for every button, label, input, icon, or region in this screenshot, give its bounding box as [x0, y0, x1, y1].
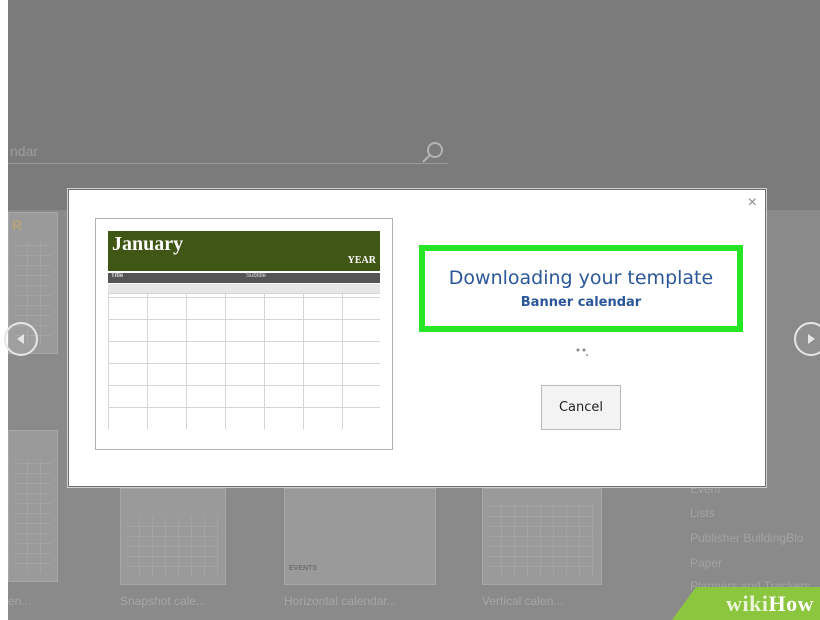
calendar-month: January	[112, 233, 184, 255]
template-thumbnail[interactable]: EVENTS	[284, 488, 436, 585]
next-arrow-button[interactable]	[794, 322, 820, 356]
category-item[interactable]: Lists	[690, 506, 715, 520]
download-dialog: × January YEAR Title Subtitle Downloadin…	[68, 189, 766, 487]
calendar-title-label: Title	[111, 273, 124, 279]
template-thumbnail[interactable]	[120, 488, 226, 585]
template-label[interactable]: Snapshot cale...	[120, 594, 206, 608]
calendar-weekday-row	[108, 284, 380, 293]
category-item[interactable]: Paper	[690, 556, 722, 570]
chevron-left-icon	[17, 334, 24, 344]
calendar-grid	[108, 293, 380, 429]
prev-arrow-button[interactable]	[4, 322, 38, 356]
template-preview: January YEAR Title Subtitle	[95, 218, 393, 450]
cancel-button[interactable]: Cancel	[541, 385, 621, 430]
template-name: Banner calendar	[520, 295, 642, 310]
calendar-year: YEAR	[347, 255, 376, 266]
thumb-events-label: EVENTS	[289, 565, 318, 572]
template-thumbnail[interactable]	[482, 488, 602, 585]
loading-spinner-icon	[576, 348, 589, 357]
template-label[interactable]: en...	[8, 594, 31, 608]
template-label[interactable]: Vertical calen...	[482, 594, 563, 608]
wikihow-watermark: wikiHow	[672, 587, 820, 620]
download-status-title: Downloading your template	[448, 267, 714, 289]
watermark-wiki: wiki	[726, 590, 769, 616]
calendar-subtitle-label: Subtitle	[246, 273, 267, 279]
calendar-title-bar: Title Subtitle	[108, 273, 380, 283]
calendar-banner: January YEAR	[108, 231, 380, 271]
template-label[interactable]: Horizontal calendar...	[284, 594, 397, 608]
search-underline	[8, 163, 448, 164]
calendar-preview: January YEAR Title Subtitle	[108, 231, 380, 429]
close-icon[interactable]: ×	[748, 194, 757, 212]
template-thumbnail[interactable]	[8, 430, 58, 582]
search-icon[interactable]	[420, 140, 446, 166]
watermark-how: How	[768, 590, 814, 616]
thumb-letter: R	[12, 217, 23, 233]
category-item[interactable]: Publisher BuildingBlo	[690, 531, 803, 545]
search-input[interactable]: ndar	[10, 143, 38, 159]
download-status-highlight: Downloading your template Banner calenda…	[419, 245, 743, 332]
chevron-right-icon	[808, 334, 815, 344]
